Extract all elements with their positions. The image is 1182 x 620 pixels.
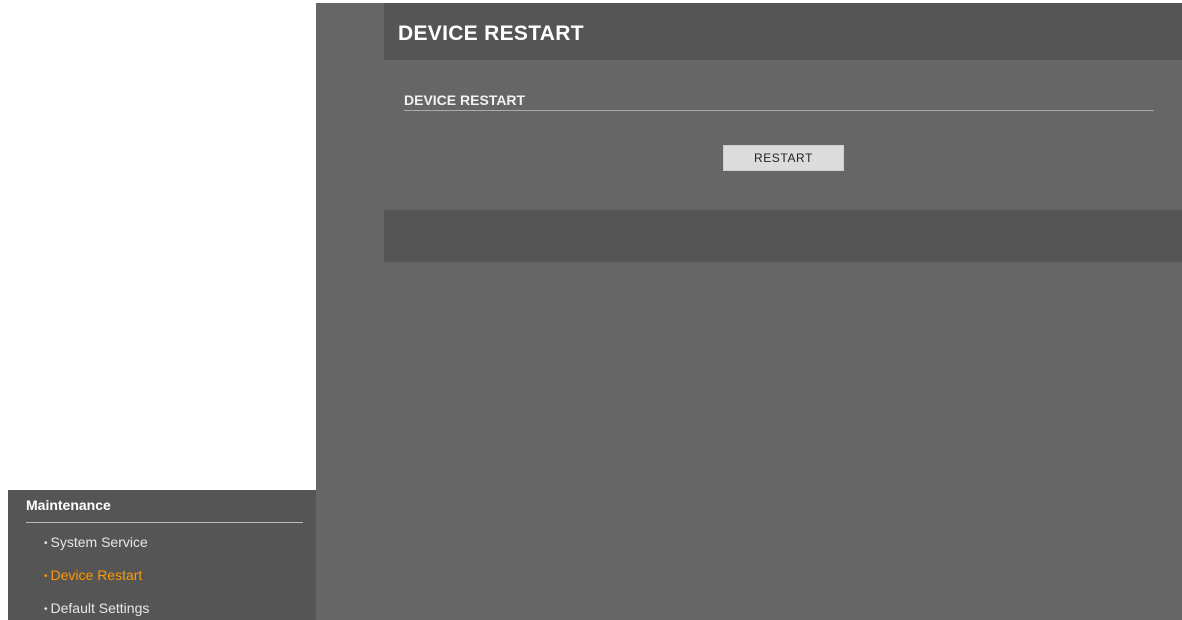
sidebar-item-label: Default Settings: [50, 600, 150, 616]
footer-bar: [384, 210, 1182, 262]
sidebar-heading: Maintenance: [26, 497, 111, 513]
section-title: DEVICE RESTART: [404, 92, 526, 108]
sidebar-blank-area: [0, 0, 316, 490]
bullet-icon: •: [44, 571, 48, 582]
sidebar-item-device-restart[interactable]: • Device Restart: [44, 567, 142, 583]
bullet-icon: •: [44, 538, 48, 549]
restart-button[interactable]: RESTART: [723, 145, 844, 171]
sidebar-item-label: Device Restart: [50, 567, 143, 583]
sidebar-item-label: System Service: [50, 534, 148, 550]
sidebar-divider: [26, 522, 303, 523]
page-title: DEVICE RESTART: [398, 22, 584, 45]
sidebar-item-default-settings[interactable]: • Default Settings: [44, 600, 149, 616]
bullet-icon: •: [44, 604, 48, 615]
sidebar-item-system-service[interactable]: • System Service: [44, 534, 148, 550]
section-divider: [404, 110, 1154, 111]
